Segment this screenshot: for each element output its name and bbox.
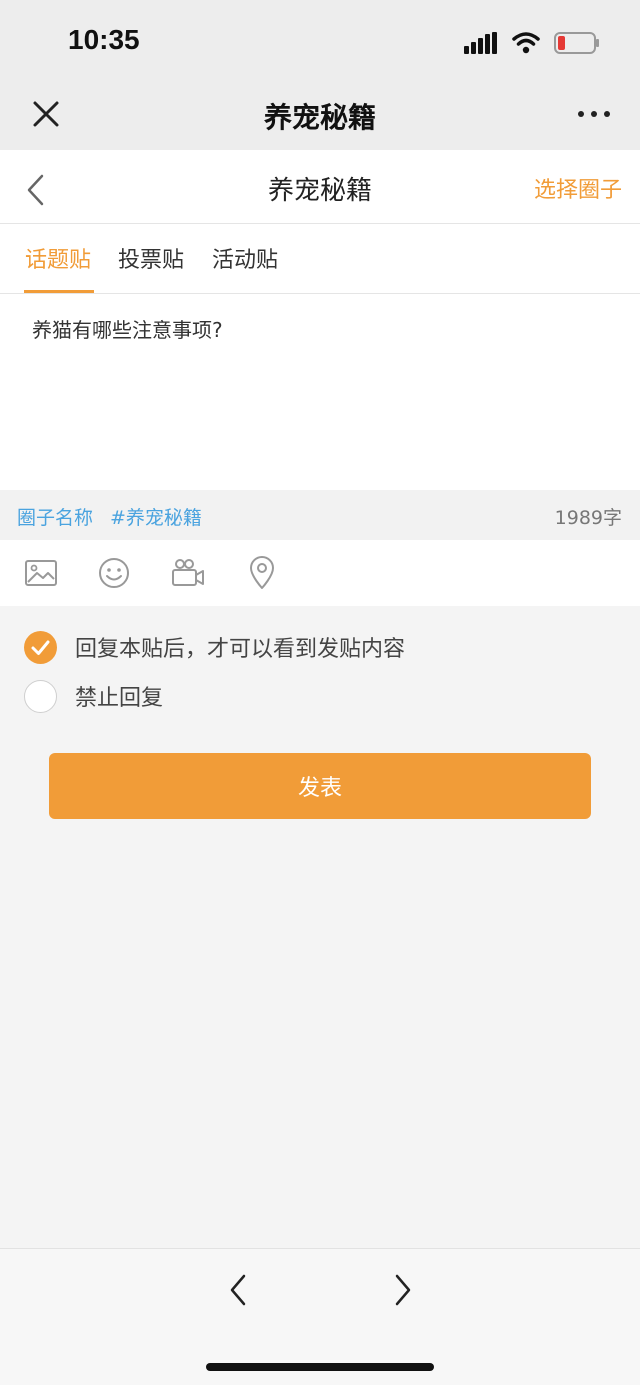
tab-topic[interactable]: 话题贴: [25, 242, 91, 274]
page-header: 养宠秘籍 选择圈子: [0, 150, 640, 224]
status-icons: [464, 28, 600, 58]
video-icon[interactable]: [170, 555, 206, 591]
signal-icon: [464, 32, 497, 54]
check-icon: [31, 640, 50, 655]
emoji-icon[interactable]: [96, 555, 132, 591]
more-icon[interactable]: [576, 102, 612, 126]
active-tab-indicator: [24, 290, 94, 293]
topic-tag[interactable]: #养宠秘籍: [110, 503, 202, 530]
option-label: 回复本贴后，才可以看到发贴内容: [75, 637, 406, 662]
char-count: 1989字: [554, 507, 622, 529]
select-circle-button[interactable]: 选择圈子: [534, 172, 622, 204]
post-type-tabs: 话题贴 投票贴 活动贴: [0, 224, 640, 294]
location-icon[interactable]: [244, 555, 280, 591]
option-disable-reply[interactable]: 禁止回复: [24, 679, 163, 713]
wifi-icon: [512, 32, 540, 54]
checkbox-checked[interactable]: [24, 630, 57, 664]
publish-button[interactable]: 发表: [49, 753, 591, 819]
forward-arrow-icon[interactable]: [391, 1271, 415, 1309]
nav-title: 养宠秘籍: [263, 101, 376, 134]
post-options: 回复本贴后，才可以看到发贴内容 禁止回复: [0, 606, 640, 746]
checkbox-unchecked[interactable]: [24, 679, 57, 713]
circle-name-tag[interactable]: 圈子名称: [17, 503, 93, 530]
status-bar: 10:35: [0, 0, 640, 80]
option-reply-to-view[interactable]: 回复本贴后，才可以看到发贴内容: [24, 630, 405, 664]
tab-vote[interactable]: 投票贴: [118, 242, 184, 274]
back-arrow-icon[interactable]: [226, 1271, 250, 1309]
battery-icon: [554, 32, 599, 54]
tab-event[interactable]: 活动贴: [212, 242, 278, 274]
option-label: 禁止回复: [75, 686, 164, 711]
status-time: 10:35: [68, 24, 140, 55]
browser-bottom-bar: [0, 1248, 640, 1385]
nav-bar: 养宠秘籍: [0, 80, 640, 150]
post-content-input[interactable]: 养猫有哪些注意事项?: [0, 294, 640, 490]
home-indicator: [206, 1363, 434, 1371]
post-content-text: 养猫有哪些注意事项?: [32, 318, 223, 342]
media-toolbar: [0, 540, 640, 606]
tag-bar: 圈子名称 #养宠秘籍 1989字: [0, 490, 640, 540]
image-icon[interactable]: [23, 555, 59, 591]
